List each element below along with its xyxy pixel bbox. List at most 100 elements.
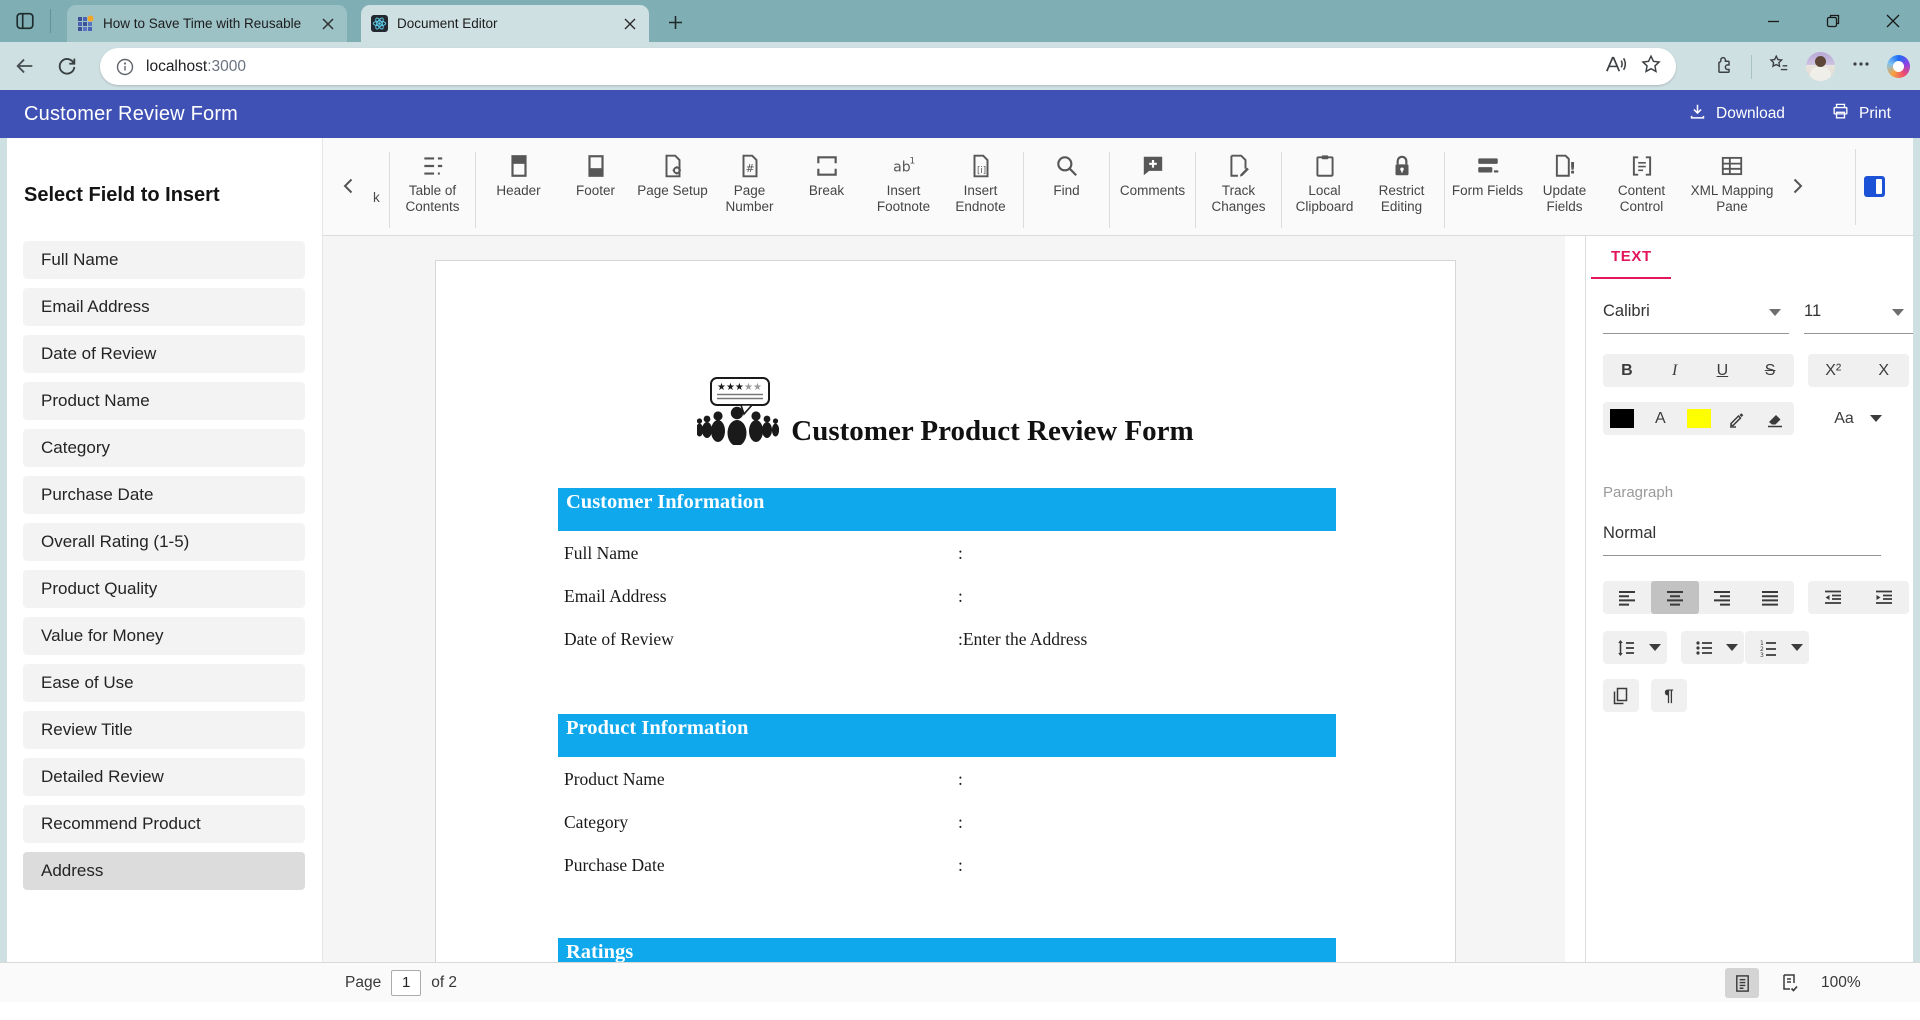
subscript-button[interactable]: X [1859, 354, 1910, 387]
toolbar-item-restrict-editing[interactable]: Restrict Editing [1363, 150, 1440, 216]
font-color-swatch[interactable] [1603, 402, 1641, 435]
sidebar-item-recommend-product[interactable]: Recommend Product [23, 805, 305, 843]
back-icon[interactable] [14, 55, 36, 77]
sidebar-item-review-title[interactable]: Review Title [23, 711, 305, 749]
toolbar-item-xml-mapping-pane[interactable]: XML Mapping Pane [1680, 150, 1784, 216]
increase-indent-icon[interactable] [1859, 581, 1910, 614]
page-number-input[interactable]: 1 [391, 970, 422, 996]
toolbar-item-track-changes[interactable]: Track Changes [1200, 150, 1277, 216]
browser-tab-2[interactable]: Document Editor [361, 5, 649, 42]
toolbar-item-page-setup[interactable]: Page Setup [634, 150, 711, 199]
numbered-list-dropdown[interactable]: 123 [1745, 631, 1809, 664]
highlight-color-swatch[interactable] [1679, 402, 1717, 435]
toolbar-item-insert-footnote[interactable]: ab 1 Insert Footnote [865, 150, 942, 216]
form-row-product-name[interactable]: Product Name: [558, 757, 1336, 800]
tab2-close-icon[interactable] [621, 15, 639, 33]
font-size-dropdown[interactable]: 11 [1804, 302, 1913, 334]
browser-tab-1[interactable]: How to Save Time with Reusable [67, 5, 347, 42]
properties-pane-toggle-icon[interactable] [1864, 176, 1885, 197]
sidebar-item-address[interactable]: Address [23, 852, 305, 890]
sidebar-item-ease-of-use[interactable]: Ease of Use [23, 664, 305, 702]
window-close-button[interactable] [1880, 8, 1906, 34]
form-row-value: :Enter the Address [958, 629, 1088, 649]
tab1-close-icon[interactable] [319, 15, 337, 33]
toolbar-item-header[interactable]: Header [480, 150, 557, 199]
sidebar-item-full-name[interactable]: Full Name [23, 241, 305, 279]
italic-button[interactable]: I [1651, 354, 1699, 387]
fit-page-button[interactable] [1725, 968, 1759, 998]
change-case-dropdown[interactable]: Aa [1818, 402, 1882, 435]
toolbar-item-update-fields[interactable]: ! Update Fields [1526, 150, 1603, 216]
form-row-purchase-date[interactable]: Purchase Date: [558, 843, 1336, 886]
strikethrough-button[interactable]: S [1746, 354, 1794, 387]
toolbar-item-local-clipboard[interactable]: Local Clipboard [1286, 150, 1363, 216]
form-row-category[interactable]: Category: [558, 800, 1336, 843]
document-canvas[interactable]: ★★★ ★★ Customer Product Review Form Cust… [323, 236, 1565, 962]
toolbar-scroll-right-icon[interactable] [1785, 174, 1809, 198]
highlight-pen-icon[interactable] [1718, 402, 1756, 435]
refresh-icon[interactable] [56, 55, 78, 77]
browser-menu-icon[interactable] [1851, 54, 1871, 79]
print-button[interactable]: Print [1831, 90, 1891, 138]
form-row-email-address[interactable]: Email Address: [558, 574, 1336, 617]
toolbar-item-form-fields[interactable]: Form Fields [1449, 150, 1526, 199]
window-minimize-button[interactable] [1760, 8, 1786, 34]
profile-avatar[interactable] [1806, 52, 1835, 81]
site-info-icon[interactable] [116, 58, 134, 76]
clear-format-eraser-icon[interactable] [1756, 402, 1794, 435]
font-color-button[interactable]: A [1641, 402, 1679, 435]
superscript-button[interactable]: X² [1808, 354, 1859, 387]
toolbar-item-find[interactable]: Find [1028, 150, 1105, 199]
toolbar-item-page-number[interactable]: # Page Number [711, 150, 788, 216]
sidebar-item-date-of-review[interactable]: Date of Review [23, 335, 305, 373]
toolbar-item-footer[interactable]: Footer [557, 150, 634, 199]
tab-text[interactable]: TEXT [1611, 248, 1652, 265]
extensions-icon[interactable] [1713, 53, 1735, 80]
line-spacing-dropdown[interactable] [1603, 631, 1667, 664]
download-button[interactable]: Download [1688, 90, 1785, 138]
favorite-star-icon[interactable] [1640, 53, 1662, 80]
align-center-icon[interactable] [1650, 581, 1699, 614]
toolbar-item-comments[interactable]: Comments [1114, 150, 1191, 199]
document-page[interactable]: ★★★ ★★ Customer Product Review Form Cust… [435, 260, 1456, 962]
sidebar-item-detailed-review[interactable]: Detailed Review [23, 758, 305, 796]
collections-icon[interactable] [1768, 53, 1790, 80]
tab-actions-icon[interactable] [14, 10, 36, 32]
bullet-list-dropdown[interactable] [1681, 631, 1744, 664]
bold-button[interactable]: B [1603, 354, 1651, 387]
spellcheck-button[interactable] [1773, 968, 1807, 998]
copilot-icon[interactable] [1887, 55, 1910, 78]
align-right-icon[interactable] [1699, 581, 1747, 614]
zoom-level[interactable]: 100% [1821, 974, 1861, 992]
sidebar-item-product-quality[interactable]: Product Quality [23, 570, 305, 608]
align-justify-icon[interactable] [1746, 581, 1794, 614]
toolbar-item-table-of-contents[interactable]: Table of Contents [394, 150, 471, 216]
paragraph-style-dropdown[interactable]: Normal [1603, 524, 1881, 556]
toolbar-item-break[interactable]: Break [788, 150, 865, 199]
alignment-group [1603, 581, 1794, 614]
underline-button[interactable]: U [1699, 354, 1747, 387]
form-row-value: : [958, 586, 963, 606]
sidebar-item-value-for-money[interactable]: Value for Money [23, 617, 305, 655]
show-paragraph-marks-button[interactable]: ¶ [1651, 679, 1687, 712]
decrease-indent-icon[interactable] [1808, 581, 1859, 614]
window-restore-button[interactable] [1820, 8, 1846, 34]
toolbar-item-content-control[interactable]: Content Control [1603, 150, 1680, 216]
copy-format-button[interactable] [1603, 679, 1639, 712]
toolbar-item-insert-endnote[interactable]: [i] Insert Endnote [942, 150, 1019, 216]
sidebar-item-product-name[interactable]: Product Name [23, 382, 305, 420]
read-aloud-icon[interactable] [1603, 53, 1627, 81]
toolbar-scroll-left-icon[interactable] [337, 174, 361, 198]
sidebar-item-overall-rating-1-5[interactable]: Overall Rating (1-5) [23, 523, 305, 561]
sidebar-item-category[interactable]: Category [23, 429, 305, 467]
form-row-date-of-review[interactable]: Date of Review:Enter the Address [558, 617, 1336, 660]
sidebar-item-email-address[interactable]: Email Address [23, 288, 305, 326]
url-bar[interactable]: localhost:3000 [100, 48, 1676, 85]
new-tab-button[interactable] [664, 11, 686, 33]
sidebar-item-purchase-date[interactable]: Purchase Date [23, 476, 305, 514]
form-row-full-name[interactable]: Full Name: [558, 531, 1336, 574]
line-spacing-icon [1603, 631, 1649, 664]
font-family-dropdown[interactable]: Calibri [1603, 302, 1789, 334]
align-left-icon[interactable] [1603, 581, 1651, 614]
section-header: Product Information [558, 714, 1336, 757]
